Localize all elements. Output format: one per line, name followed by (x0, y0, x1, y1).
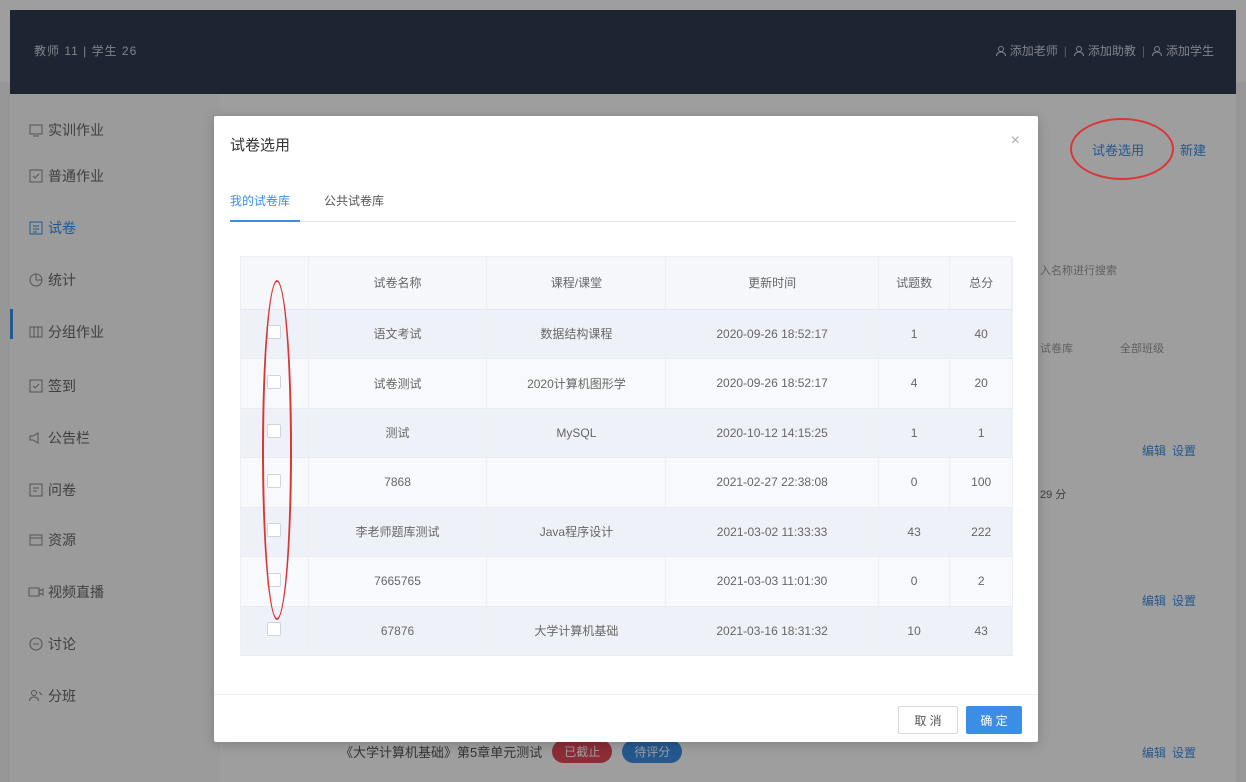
paper-table: 试卷名称 课程/课堂 更新时间 试题数 总分 语文考试 数据结构课程 2020-… (240, 256, 1013, 656)
paper-updated: 2020-10-12 14:15:25 (665, 408, 879, 458)
column-header-course: 课程/课堂 (486, 257, 667, 310)
paper-course (486, 457, 667, 508)
paper-name: 李老师题库测试 (308, 507, 488, 557)
table-row[interactable]: 67876 大学计算机基础 2021-03-16 18:31:32 10 43 (241, 606, 1013, 656)
column-header-score: 总分 (949, 257, 1013, 310)
paper-count: 10 (878, 606, 951, 656)
column-header-name: 试卷名称 (308, 257, 488, 310)
paper-count: 43 (878, 507, 951, 557)
paper-course: Java程序设计 (486, 507, 667, 557)
table-header-row: 试卷名称 课程/课堂 更新时间 试题数 总分 (241, 257, 1013, 310)
paper-updated: 2021-02-27 22:38:08 (665, 457, 879, 508)
paper-score: 100 (949, 457, 1013, 508)
paper-count: 0 (878, 556, 951, 607)
paper-updated: 2021-03-03 11:01:30 (665, 556, 879, 607)
select-paper-dialog: 试卷选用 × 我的试卷库 公共试卷库 试卷名称 课程/课堂 更新时间 试题数 总… (214, 116, 1038, 742)
paper-course (486, 556, 667, 607)
paper-score: 222 (949, 507, 1013, 557)
paper-course: MySQL (486, 408, 667, 458)
paper-name: 语文考试 (308, 309, 488, 359)
paper-score: 1 (949, 408, 1013, 458)
paper-score: 2 (949, 556, 1013, 607)
paper-name: 7665765 (308, 556, 488, 607)
paper-bank-tabs: 我的试卷库 公共试卷库 (230, 188, 1016, 222)
paper-count: 1 (878, 309, 951, 359)
paper-count: 1 (878, 408, 951, 458)
paper-course: 数据结构课程 (486, 309, 667, 359)
paper-updated: 2021-03-02 11:33:33 (665, 507, 879, 557)
paper-count: 0 (878, 457, 951, 508)
paper-count: 4 (878, 358, 951, 409)
paper-name: 试卷测试 (308, 358, 488, 409)
paper-course: 大学计算机基础 (486, 606, 667, 656)
paper-score: 20 (949, 358, 1013, 409)
annotation-oval-select-paper (1070, 118, 1174, 180)
table-row[interactable]: 语文考试 数据结构课程 2020-09-26 18:52:17 1 40 (241, 309, 1013, 359)
close-icon[interactable]: × (1011, 132, 1020, 150)
tab-active-underline (230, 220, 300, 222)
paper-score: 43 (949, 606, 1013, 656)
table-row[interactable]: 7868 2021-02-27 22:38:08 0 100 (241, 457, 1013, 508)
paper-name: 测试 (308, 408, 488, 458)
column-header-updated: 更新时间 (665, 257, 879, 310)
tab-my-papers[interactable]: 我的试卷库 (230, 192, 290, 209)
table-row[interactable]: 李老师题库测试 Java程序设计 2021-03-02 11:33:33 43 … (241, 507, 1013, 557)
dialog-footer-divider (214, 694, 1038, 695)
table-row[interactable]: 试卷测试 2020计算机图形学 2020-09-26 18:52:17 4 20 (241, 358, 1013, 409)
paper-name: 67876 (308, 606, 488, 656)
paper-updated: 2021-03-16 18:31:32 (665, 606, 879, 656)
paper-updated: 2020-09-26 18:52:17 (665, 309, 879, 359)
cancel-button[interactable]: 取 消 (898, 706, 958, 734)
table-row[interactable]: 测试 MySQL 2020-10-12 14:15:25 1 1 (241, 408, 1013, 458)
paper-course: 2020计算机图形学 (486, 358, 667, 409)
paper-score: 40 (949, 309, 1013, 359)
paper-name: 7868 (308, 457, 488, 508)
dialog-title: 试卷选用 (230, 137, 291, 154)
confirm-button[interactable]: 确 定 (966, 706, 1022, 734)
paper-updated: 2020-09-26 18:52:17 (665, 358, 879, 409)
row-checkbox[interactable] (267, 622, 282, 637)
column-header-count: 试题数 (878, 257, 951, 310)
annotation-oval-checkboxes (262, 280, 292, 620)
tab-public-papers[interactable]: 公共试卷库 (324, 192, 384, 209)
table-row[interactable]: 7665765 2021-03-03 11:01:30 0 2 (241, 556, 1013, 607)
